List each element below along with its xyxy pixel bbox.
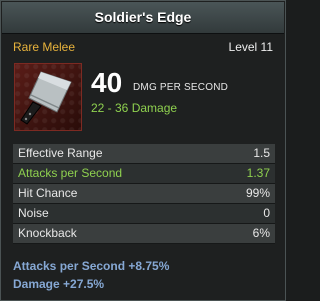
stat-value: 0 bbox=[263, 206, 270, 220]
stat-value: 6% bbox=[252, 226, 270, 240]
item-name: Soldier's Edge bbox=[2, 2, 284, 34]
bonus-damage: Damage +27.5% bbox=[13, 277, 105, 291]
stat-label: Effective Range bbox=[18, 146, 103, 160]
stat-value: 1.5 bbox=[253, 146, 270, 160]
dps-label: DMG PER SECOND bbox=[133, 82, 229, 93]
stat-row-attacks-per-second: Attacks per Second 1.37 bbox=[13, 164, 275, 184]
stat-value: 1.37 bbox=[246, 166, 270, 180]
stat-value: 99% bbox=[245, 186, 270, 200]
stats-table: Effective Range 1.5 Attacks per Second 1… bbox=[13, 144, 275, 244]
stat-row-effective-range: Effective Range 1.5 bbox=[13, 144, 275, 164]
dps-value: 40 bbox=[91, 67, 123, 98]
stat-label: Hit Chance bbox=[18, 186, 78, 200]
item-rarity: Rare Melee bbox=[13, 40, 76, 54]
item-tooltip: Soldier's Edge Rare Melee Level 11 40 DM… bbox=[0, 0, 286, 301]
stat-row-knockback: Knockback 6% bbox=[13, 224, 275, 244]
cleaver-icon bbox=[20, 71, 72, 125]
damage-range: 22 - 36 Damage bbox=[91, 101, 178, 115]
stat-label: Noise bbox=[18, 206, 49, 220]
bonus-attacks-per-second: Attacks per Second +8.75% bbox=[13, 259, 170, 273]
stat-row-noise: Noise 0 bbox=[13, 204, 275, 224]
item-icon-frame bbox=[14, 63, 82, 131]
item-level: Level 11 bbox=[228, 40, 273, 54]
stat-label: Knockback bbox=[18, 226, 77, 240]
stat-row-hit-chance: Hit Chance 99% bbox=[13, 184, 275, 204]
stat-label: Attacks per Second bbox=[18, 166, 123, 180]
